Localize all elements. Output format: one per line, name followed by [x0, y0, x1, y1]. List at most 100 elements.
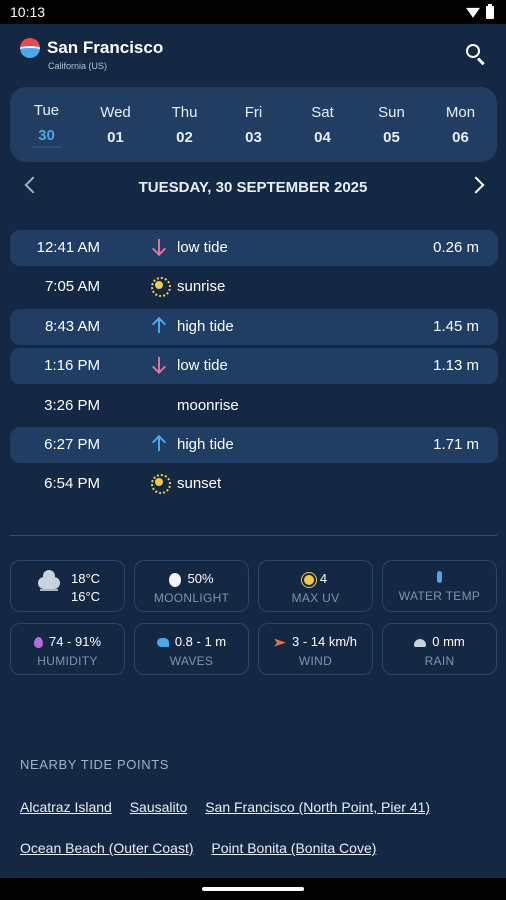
event-row: 6:54 PM sunset — [10, 466, 498, 502]
status-time: 10:13 — [10, 4, 46, 20]
humidity-label: HUMIDITY — [37, 654, 98, 668]
wifi-icon — [466, 7, 480, 18]
temp-min: 16°C — [71, 589, 101, 604]
date-navigation: TUESDAY, 30 SEPTEMBER 2025 — [0, 170, 506, 204]
day-date: 06 — [452, 128, 469, 146]
water-temp-label: WATER TEMP — [398, 589, 481, 603]
day-tab-wed[interactable]: Wed 01 — [87, 104, 145, 146]
cloud-icon — [38, 570, 60, 591]
event-row: 1:16 PM low tide 1.13 m — [10, 348, 498, 385]
nearby-link-ocean-beach[interactable]: Ocean Beach (Outer Coast) — [20, 840, 194, 856]
day-tab-sat[interactable]: Sat 04 — [294, 104, 352, 146]
day-date: 30 — [38, 126, 55, 144]
rain-cloud-icon — [414, 638, 427, 647]
day-tab-fri[interactable]: Fri 03 — [225, 104, 283, 146]
rain-value: 0 mm — [432, 634, 465, 649]
selected-indicator — [31, 145, 62, 148]
tide-events-list: 12:41 AM low tide 0.26 m 7:05 AM sunrise… — [10, 230, 498, 506]
home-gesture-handle[interactable] — [202, 887, 304, 891]
moonlight-value: 50% — [187, 571, 214, 586]
event-time: 8:43 AM — [44, 317, 100, 335]
day-date: 05 — [383, 128, 400, 146]
rain-label: RAIN — [424, 654, 455, 668]
uv-card[interactable]: 4 MAX UV — [258, 560, 373, 612]
event-row: 7:05 AM sunrise — [10, 269, 498, 305]
weather-card[interactable]: 18°C 16°C — [10, 560, 125, 612]
day-tab-mon[interactable]: Mon 06 — [432, 104, 490, 146]
event-height: 1.45 m — [433, 317, 479, 335]
event-row: 3:26 PM moonrise — [10, 388, 498, 424]
event-row: 6:27 PM high tide 1.71 m — [10, 426, 498, 463]
day-date: 02 — [176, 128, 193, 146]
event-label: low tide — [177, 239, 228, 256]
search-icon — [466, 44, 480, 58]
event-time: 7:05 AM — [44, 278, 100, 296]
water-temp-card[interactable]: WATER TEMP — [382, 560, 497, 612]
day-tab-sun[interactable]: Sun 05 — [363, 104, 421, 146]
day-date: 04 — [314, 128, 331, 146]
day-date: 03 — [245, 128, 262, 146]
day-date: 01 — [107, 128, 124, 146]
day-tab-tue[interactable]: Tue 30 — [18, 102, 76, 148]
event-label: low tide — [177, 357, 228, 375]
full-moon-icon — [169, 572, 182, 587]
search-button[interactable] — [464, 42, 490, 68]
humidity-value: 74 - 91% — [48, 634, 102, 649]
nearby-link-alcatraz[interactable]: Alcatraz Island — [20, 799, 112, 815]
wind-card[interactable]: 3 - 14 km/h WIND — [258, 623, 373, 675]
day-name: Wed — [100, 103, 131, 121]
day-name: Mon — [445, 103, 476, 121]
system-navigation-bar — [0, 878, 506, 900]
battery-icon — [486, 3, 494, 19]
moonlight-card[interactable]: 50% MOONLIGHT — [134, 560, 249, 612]
section-divider — [10, 535, 497, 536]
location-region: California (US) — [48, 61, 108, 71]
event-time: 1:16 PM — [44, 357, 100, 375]
droplet-icon — [33, 637, 43, 649]
day-name: Fri — [244, 103, 263, 121]
waves-label: WAVES — [169, 654, 214, 668]
thermometer-icon — [437, 571, 442, 583]
status-icons — [466, 3, 494, 19]
event-height: 1.13 m — [433, 357, 479, 375]
wind-icon — [273, 638, 286, 647]
status-bar: 10:13 — [0, 0, 506, 24]
location-name[interactable]: San Francisco — [47, 38, 163, 58]
conditions-grid: 18°C 16°C 50% MOONLIGHT 4 MAX UV WATER T… — [10, 560, 498, 686]
day-name: Tue — [33, 101, 60, 119]
nearby-link-sausalito[interactable]: Sausalito — [130, 799, 188, 815]
humidity-card[interactable]: 74 - 91% HUMIDITY — [10, 623, 125, 675]
wind-label: WIND — [298, 654, 333, 668]
selected-date-title: TUESDAY, 30 SEPTEMBER 2025 — [138, 179, 368, 196]
temp-max: 18°C — [71, 571, 101, 586]
event-label: sunset — [177, 475, 222, 493]
nearby-link-point-bonita[interactable]: Point Bonita (Bonita Cove) — [211, 840, 376, 856]
nearby-section-title: NEARBY TIDE POINTS — [20, 757, 170, 772]
sun-icon — [303, 574, 314, 585]
nearby-link-north-point[interactable]: San Francisco (North Point, Pier 41) — [205, 799, 430, 815]
nearby-tide-points: Alcatraz Island Sausalito San Francisco … — [20, 787, 490, 869]
event-label: high tide — [177, 435, 234, 453]
app-header: San Francisco California (US) — [0, 24, 506, 86]
rain-card[interactable]: 0 mm RAIN — [382, 623, 497, 675]
day-selector: Tue 30 Wed 01 Thu 02 Fri 03 Sat 04 Sun 0… — [10, 87, 497, 162]
wave-icon — [156, 638, 169, 648]
day-tab-thu[interactable]: Thu 02 — [156, 104, 214, 146]
event-time: 12:41 AM — [36, 239, 100, 256]
event-time: 6:27 PM — [44, 435, 100, 453]
moonlight-label: MOONLIGHT — [153, 591, 230, 605]
waves-value: 0.8 - 1 m — [174, 634, 227, 649]
waves-card[interactable]: 0.8 - 1 m WAVES — [134, 623, 249, 675]
event-row: 8:43 AM high tide 1.45 m — [10, 308, 498, 345]
event-time: 6:54 PM — [44, 475, 100, 493]
event-height: 0.26 m — [433, 239, 479, 256]
wind-value: 3 - 14 km/h — [291, 634, 358, 649]
day-name: Sun — [378, 103, 405, 121]
event-label: sunrise — [177, 278, 226, 296]
event-row: 12:41 AM low tide 0.26 m — [10, 230, 498, 266]
uv-label: MAX UV — [291, 591, 340, 605]
day-name: Thu — [171, 103, 198, 121]
event-label: high tide — [177, 317, 234, 335]
uv-value: 4 — [319, 571, 328, 586]
app-logo-icon — [20, 38, 40, 58]
